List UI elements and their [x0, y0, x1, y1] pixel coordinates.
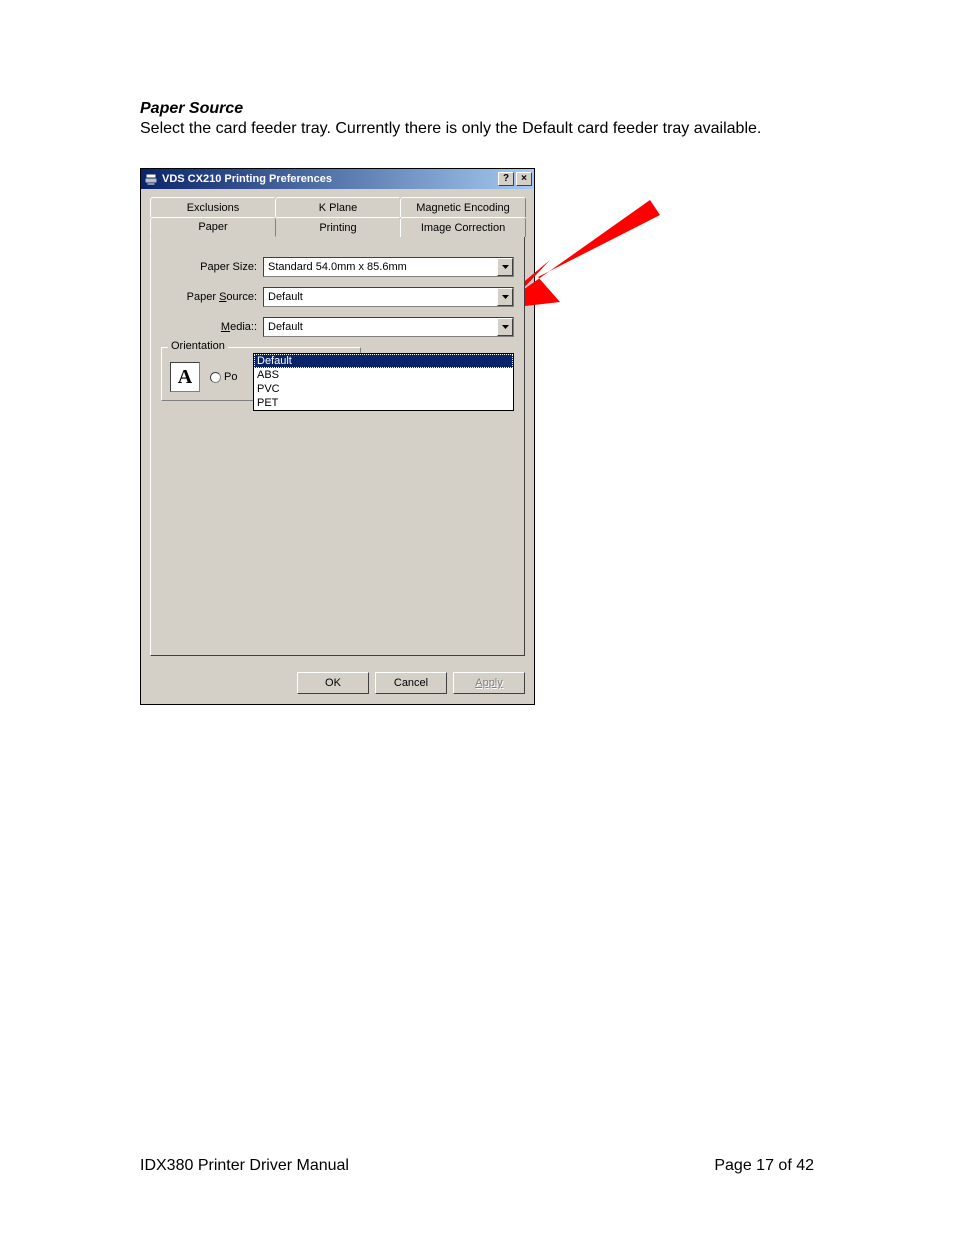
row-paper-source: Paper Source: Default	[161, 287, 514, 307]
cancel-button[interactable]: Cancel	[375, 672, 447, 694]
media-dropdown-list[interactable]: Default ABS PVC PET	[253, 353, 514, 411]
page: Paper Source Select the card feeder tray…	[0, 0, 954, 1235]
tab-magnetic-encoding[interactable]: Magnetic Encoding	[400, 197, 526, 217]
combo-paper-size[interactable]: Standard 54.0mm x 85.6mm	[263, 257, 514, 277]
ok-button[interactable]: OK	[297, 672, 369, 694]
tab-exclusions[interactable]: Exclusions	[150, 197, 276, 217]
row-media: Media:: Default	[161, 317, 514, 337]
chevron-down-icon[interactable]	[497, 318, 513, 336]
help-button[interactable]: ?	[498, 172, 514, 186]
combo-media-value: Default	[264, 321, 497, 333]
footer-left: IDX380 Printer Driver Manual	[140, 1157, 349, 1175]
tabs-row-front: Paper Printing Image Correction	[150, 217, 525, 237]
printer-icon	[144, 172, 158, 186]
window-title: VDS CX210 Printing Preferences	[162, 173, 496, 185]
media-option-default[interactable]: Default	[254, 354, 513, 368]
tab-area: Exclusions K Plane Magnetic Encoding Pap…	[141, 189, 534, 664]
printing-preferences-dialog: VDS CX210 Printing Preferences ? × Exclu…	[140, 168, 535, 705]
chevron-down-icon[interactable]	[497, 288, 513, 306]
titlebar[interactable]: VDS CX210 Printing Preferences ? ×	[141, 169, 534, 189]
tab-kplane[interactable]: K Plane	[275, 197, 401, 217]
page-footer: IDX380 Printer Driver Manual Page 17 of …	[140, 1157, 814, 1175]
radio-icon	[210, 372, 221, 383]
tab-panel-paper: Paper Size: Standard 54.0mm x 85.6mm Pap…	[150, 236, 525, 656]
radio-portrait[interactable]: Po	[210, 371, 237, 383]
label-paper-source: Paper Source:	[161, 291, 263, 303]
combo-media[interactable]: Default	[263, 317, 514, 337]
orientation-sample-icon: A	[170, 362, 200, 392]
media-option-pvc[interactable]: PVC	[254, 382, 513, 396]
close-button[interactable]: ×	[516, 172, 532, 186]
tabs-row-back: Exclusions K Plane Magnetic Encoding	[150, 197, 525, 217]
media-option-abs[interactable]: ABS	[254, 368, 513, 382]
combo-paper-source[interactable]: Default	[263, 287, 514, 307]
label-media: Media::	[161, 321, 263, 333]
label-paper-size: Paper Size:	[161, 261, 263, 273]
combo-paper-source-value: Default	[264, 291, 497, 303]
tab-paper[interactable]: Paper	[150, 217, 276, 237]
tab-image-correction[interactable]: Image Correction	[400, 217, 526, 237]
combo-paper-size-value: Standard 54.0mm x 85.6mm	[264, 261, 497, 273]
section-heading: Paper Source	[140, 100, 814, 118]
section-body: Select the card feeder tray. Currently t…	[140, 120, 814, 138]
media-option-pet[interactable]: PET	[254, 396, 513, 410]
footer-right: Page 17 of 42	[714, 1157, 814, 1175]
row-paper-size: Paper Size: Standard 54.0mm x 85.6mm	[161, 257, 514, 277]
dialog-buttons: OK Cancel Apply	[141, 664, 534, 704]
tab-printing[interactable]: Printing	[275, 217, 401, 237]
chevron-down-icon[interactable]	[497, 258, 513, 276]
apply-button[interactable]: Apply	[453, 672, 525, 694]
